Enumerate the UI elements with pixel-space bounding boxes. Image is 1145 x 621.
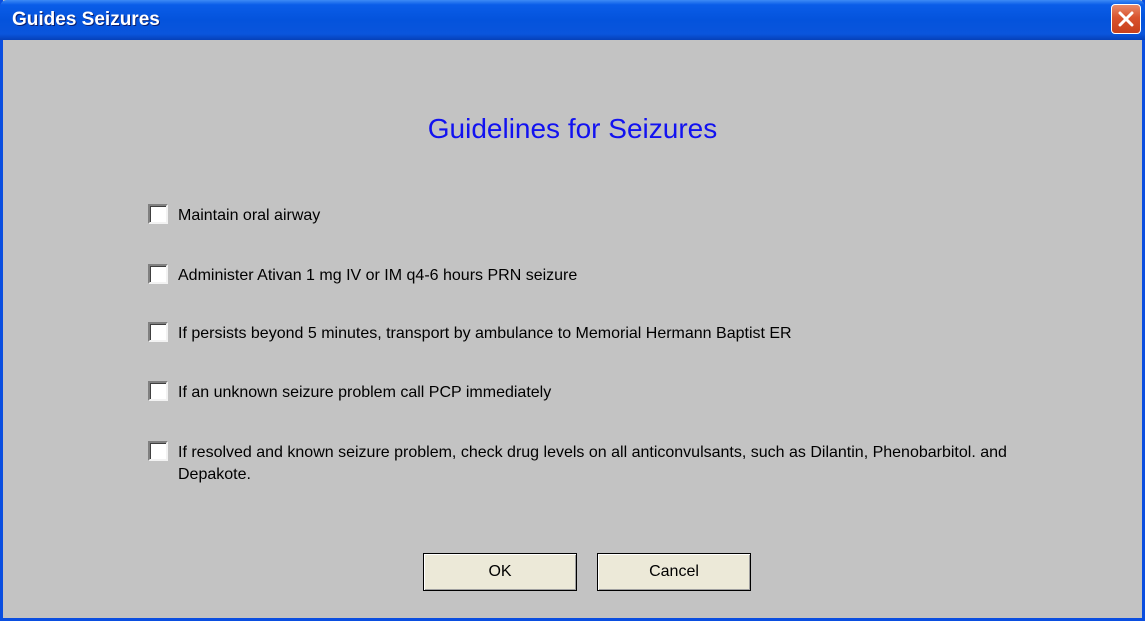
guideline-item-ativan[interactable]: Administer Ativan 1 mg IV or IM q4-6 hou… [148,264,577,287]
checkbox-call-pcp[interactable] [148,381,168,401]
checkbox-ativan[interactable] [148,264,168,284]
guideline-label: Administer Ativan 1 mg IV or IM q4-6 hou… [178,267,578,284]
cancel-button[interactable]: Cancel [597,553,751,591]
window-title: Guides Seizures [12,9,160,30]
guideline-item-transport[interactable]: If persists beyond 5 minutes, transport … [148,322,792,345]
guideline-label: If an unknown seizure problem call PCP i… [178,384,552,401]
guideline-label: If resolved and known seizure problem, c… [178,444,1007,483]
checkbox-transport[interactable] [148,322,168,342]
dialog-window: Guides Seizures Guidelines for Seizures … [0,0,1145,621]
title-bar[interactable]: Guides Seizures [0,0,1145,40]
guideline-item-call-pcp[interactable]: If an unknown seizure problem call PCP i… [148,381,551,404]
close-icon [1118,11,1134,27]
guideline-item-airway[interactable]: Maintain oral airway [148,204,320,227]
page-title: Guidelines for Seizures [427,113,718,144]
close-button[interactable] [1111,4,1141,34]
checkbox-airway[interactable] [148,204,168,224]
guideline-label: Maintain oral airway [178,207,321,224]
ok-button[interactable]: OK [423,553,577,591]
guideline-item-drug-levels[interactable]: If resolved and known seizure problem, c… [148,441,1048,486]
checkbox-drug-levels[interactable] [148,441,168,461]
guideline-label: If persists beyond 5 minutes, transport … [178,325,792,342]
